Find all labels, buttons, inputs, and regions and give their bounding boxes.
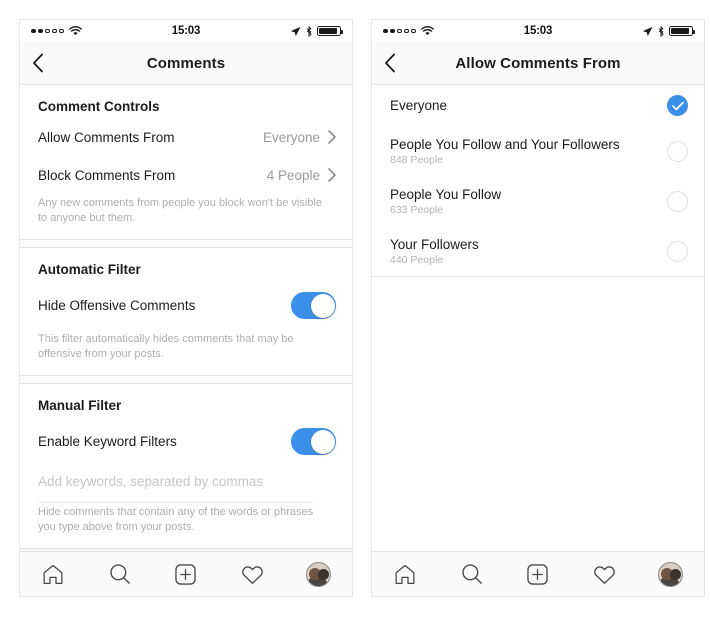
choice-subtitle: 440 People <box>390 254 444 266</box>
nav-bar-left: Comments <box>20 42 352 85</box>
phone-panel-comments: 15:03 Comments Comment Controls Allow Co… <box>19 19 353 597</box>
back-chevron-icon[interactable] <box>384 42 414 84</box>
bluetooth-icon <box>657 25 665 37</box>
radio-selected-check-icon[interactable] <box>667 95 688 116</box>
tab-profile[interactable] <box>649 557 693 591</box>
choice-people-you-follow[interactable]: People You Follow 633 People <box>372 176 704 226</box>
toggle-hide-offensive-comments[interactable] <box>291 292 336 319</box>
signal-strength-icon <box>31 28 64 34</box>
status-right-group <box>591 25 695 37</box>
tab-search[interactable] <box>450 557 494 591</box>
page-title: Allow Comments From <box>455 54 621 72</box>
screenshot-stage: 15:03 Comments Comment Controls Allow Co… <box>0 0 710 619</box>
choices-scroll-area[interactable]: Everyone People You Follow and Your Foll… <box>372 85 704 551</box>
chevron-right-icon <box>328 168 336 182</box>
battery-icon <box>316 26 343 36</box>
choice-subtitle: 848 People <box>390 154 444 166</box>
status-bar-time: 15:03 <box>523 25 553 37</box>
tab-bar-right <box>372 551 704 596</box>
nav-bar-right: Allow Comments From <box>372 42 704 85</box>
status-left-group <box>31 26 133 36</box>
choice-title: Everyone <box>390 98 448 113</box>
profile-avatar-icon <box>306 561 332 587</box>
row-value: Everyone <box>262 129 320 145</box>
note-block-comments: Any new comments from people you block w… <box>38 197 322 224</box>
wifi-icon <box>420 26 434 36</box>
tab-activity[interactable] <box>582 557 626 591</box>
choice-your-followers[interactable]: Your Followers 440 People <box>372 226 704 276</box>
choice-text: Everyone <box>390 97 667 114</box>
choice-title: Your Followers <box>390 237 479 252</box>
back-chevron-icon[interactable] <box>32 42 62 84</box>
tab-home[interactable] <box>383 557 427 591</box>
section-divider <box>20 240 352 248</box>
choice-text: Your Followers 440 People <box>390 236 667 266</box>
row-label: Enable Keyword Filters <box>38 434 177 449</box>
section-divider <box>20 549 352 551</box>
row-value: 4 People <box>266 167 320 183</box>
wifi-icon <box>68 26 82 36</box>
empty-space <box>372 277 704 551</box>
section-divider <box>20 376 352 384</box>
status-right-group <box>239 25 343 37</box>
status-bar-time: 15:03 <box>171 25 201 37</box>
section-title-manual-filter: Manual Filter <box>38 398 122 413</box>
choice-everyone[interactable]: Everyone <box>372 85 704 126</box>
phone-panel-allow-comments-from: 15:03 Allow Comments From Everyone Peopl… <box>371 19 705 597</box>
tab-home[interactable] <box>31 557 75 591</box>
location-arrow-icon <box>642 26 653 37</box>
row-hide-offensive-comments[interactable]: Hide Offensive Comments <box>20 281 352 330</box>
tab-add-post[interactable] <box>516 557 560 591</box>
row-enable-keyword-filters[interactable]: Enable Keyword Filters <box>20 417 352 466</box>
section-automatic-filter: Automatic Filter Hide Offensive Comments… <box>20 248 352 376</box>
choice-text: People You Follow 633 People <box>390 186 667 216</box>
choice-text: People You Follow and Your Followers 848… <box>390 136 667 166</box>
radio-unselected-icon[interactable] <box>667 140 688 162</box>
section-manual-filter: Manual Filter Enable Keyword Filters Hid… <box>20 384 352 549</box>
keyword-input-wrap <box>20 466 352 503</box>
chevron-right-icon <box>328 130 336 144</box>
location-arrow-icon <box>290 26 301 37</box>
section-comment-controls: Comment Controls Allow Comments From Eve… <box>20 85 352 240</box>
row-allow-comments-from[interactable]: Allow Comments From Everyone <box>20 118 352 156</box>
tab-add-post[interactable] <box>164 557 208 591</box>
section-title-automatic-filter: Automatic Filter <box>38 262 141 277</box>
row-block-comments-from[interactable]: Block Comments From 4 People <box>20 156 352 194</box>
choice-list: Everyone People You Follow and Your Foll… <box>372 85 704 277</box>
tab-profile[interactable] <box>297 557 341 591</box>
row-label: Allow Comments From <box>38 129 175 145</box>
tab-bar-left <box>20 551 352 596</box>
profile-avatar-icon <box>658 561 684 587</box>
row-label: Hide Offensive Comments <box>38 298 196 313</box>
battery-icon <box>668 26 695 36</box>
signal-strength-icon <box>383 28 416 34</box>
section-title-comment-controls: Comment Controls <box>38 99 160 114</box>
tab-search[interactable] <box>98 557 142 591</box>
choice-people-you-follow-and-your-followers[interactable]: People You Follow and Your Followers 848… <box>372 126 704 176</box>
note-manual-filter: Hide comments that contain any of the wo… <box>38 506 314 533</box>
status-left-group <box>383 26 485 36</box>
choice-title: People You Follow <box>390 187 502 202</box>
row-label: Block Comments From <box>38 167 176 183</box>
status-bar-right: 15:03 <box>372 20 704 42</box>
toggle-enable-keyword-filters[interactable] <box>291 428 336 455</box>
radio-unselected-icon[interactable] <box>667 190 688 212</box>
keyword-input[interactable] <box>38 468 314 503</box>
settings-scroll-area[interactable]: Comment Controls Allow Comments From Eve… <box>20 85 352 551</box>
page-title: Comments <box>146 54 226 72</box>
tab-activity[interactable] <box>230 557 274 591</box>
radio-unselected-icon[interactable] <box>667 240 688 262</box>
choice-title: People You Follow and Your Followers <box>390 137 620 152</box>
note-automatic-filter: This filter automatically hides comments… <box>38 333 294 360</box>
choice-subtitle: 633 People <box>390 204 444 216</box>
status-bar-left: 15:03 <box>20 20 352 42</box>
bluetooth-icon <box>305 25 313 37</box>
